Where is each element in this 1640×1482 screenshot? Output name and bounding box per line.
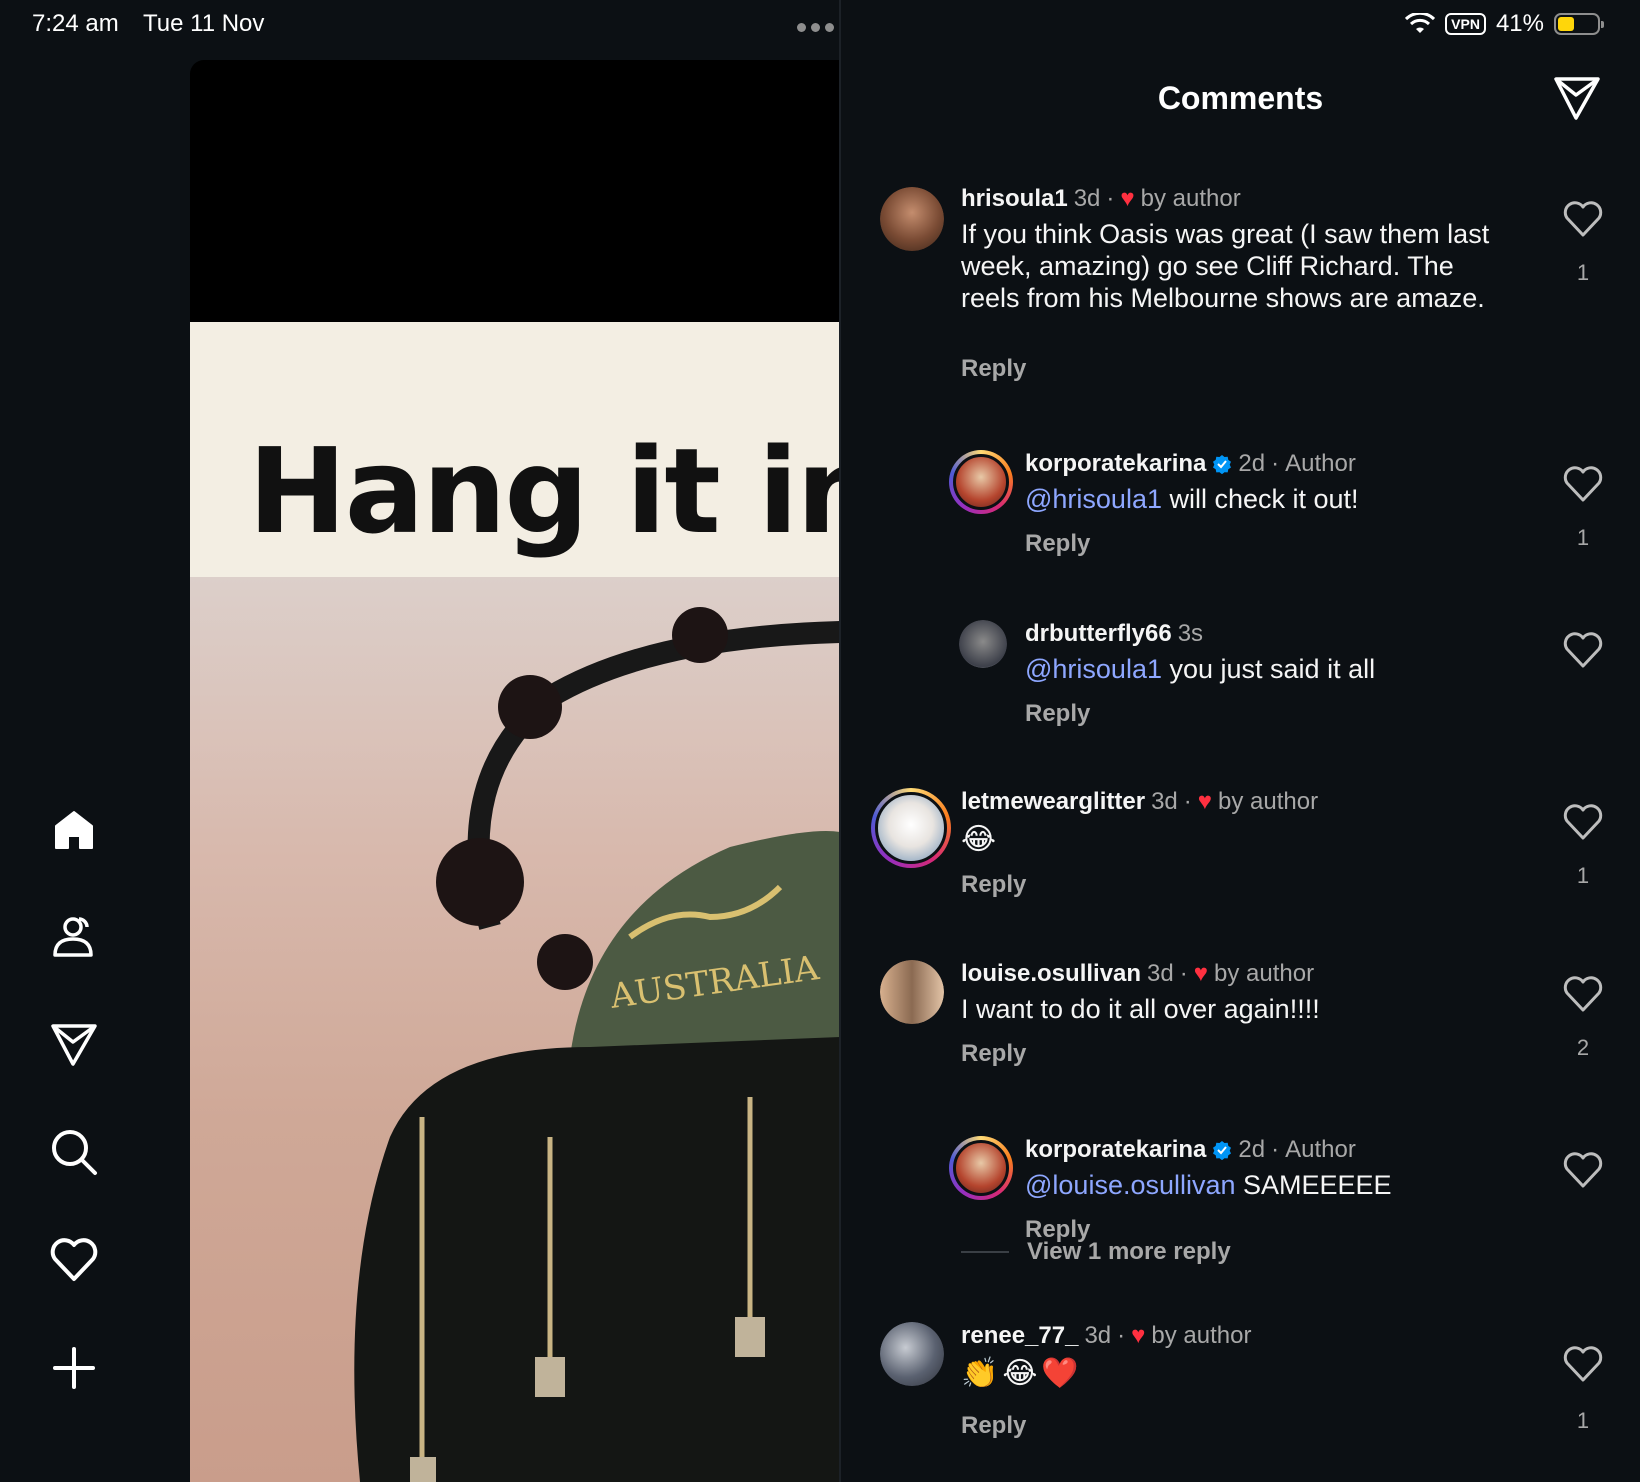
like-heart-icon[interactable] [1561,462,1605,506]
comment-username[interactable]: korporatekarina [1025,450,1206,478]
reply-button[interactable]: Reply [961,1412,1026,1440]
mention-link[interactable]: @louise.osullivan [1025,1170,1236,1200]
like-count: 1 [1576,525,1590,550]
plus-icon[interactable] [44,1338,104,1398]
paper-plane-icon[interactable] [44,1015,104,1075]
like-count: 1 [1576,260,1590,285]
like-heart-icon[interactable] [1561,197,1605,241]
liked-by-author-label: by author [1214,960,1315,987]
avatar[interactable] [880,960,944,1024]
verified-badge-icon [1213,455,1232,474]
author-heart-icon: ♥ [1193,960,1208,987]
thread-line [961,1251,1009,1253]
reply-button[interactable]: Reply [961,355,1026,383]
view-more-replies-button[interactable]: View 1 more reply [961,1238,1231,1266]
wifi-icon [1405,13,1436,33]
comments-panel: Comments hrisoula1 3d · ♥ by author If y… [841,50,1640,1482]
reply-button[interactable]: Reply [1025,530,1090,558]
hat-illustration: AUSTRALIA [354,607,840,1482]
liked-by-author-label: by author [1218,788,1319,815]
battery-percent: 41% [1495,10,1544,37]
comment-text: @hrisoula1 will check it out! [1025,484,1359,514]
comments-title: Comments [1157,80,1324,116]
comment-time: 3d [1084,1322,1112,1349]
like-heart-icon[interactable] [1561,800,1605,844]
comment-username[interactable]: hrisoula1 [961,185,1068,213]
reply-button[interactable]: Reply [961,871,1026,899]
battery-icon [1554,13,1604,35]
comment-time: 3d [1151,788,1178,815]
mention-link[interactable]: @hrisoula1 [1025,654,1162,684]
comment-username[interactable]: louise.osullivan [961,960,1141,988]
author-label: Author [1285,1136,1356,1163]
comment-username[interactable]: letmewearglitter [961,788,1145,816]
author-heart-icon: ♥ [1197,788,1213,815]
like-heart-icon[interactable] [1561,1148,1605,1192]
like-heart-icon[interactable] [1561,972,1605,1016]
status-bar: 7:24 am Tue 11 Nov VPN 41% [0,0,1640,50]
post-headline: Hang it in t [248,422,840,560]
comment-username[interactable]: drbutterfly66 [1025,620,1172,648]
share-icon[interactable] [1553,74,1601,122]
like-heart-icon[interactable] [1561,1342,1605,1386]
comment-text: 👏😂❤️ [961,1357,1083,1390]
post-top-black [190,60,840,322]
like-count: 1 [1576,863,1590,888]
heart-icon[interactable] [44,1230,104,1290]
status-indicators: VPN 41% [1405,9,1604,39]
vpn-badge: VPN [1445,13,1486,35]
multitasking-dots-icon[interactable] [797,19,841,32]
status-date: Tue 11 Nov [143,10,265,37]
comment-time: 2d [1238,450,1266,477]
like-count: 2 [1576,1035,1590,1060]
reply-button[interactable]: Reply [961,1040,1026,1068]
comment-time: 3d [1147,960,1174,987]
comment-text: @hrisoula1 you just said it all [1025,654,1376,684]
avatar[interactable] [880,187,944,251]
avatar[interactable] [880,1322,944,1386]
author-heart-icon: ♥ [1131,1322,1146,1349]
mention-link[interactable]: @hrisoula1 [1025,484,1162,514]
post-photo: AUSTRALIA [190,577,840,1482]
profile-icon[interactable] [44,908,104,968]
verified-badge-icon [1213,1141,1232,1160]
view-more-label: View 1 more reply [1027,1238,1231,1265]
liked-by-author-label: by author [1140,185,1241,212]
reply-button[interactable]: Reply [1025,700,1090,728]
avatar[interactable] [959,620,1007,668]
avatar[interactable] [949,450,1013,514]
comment-text: @louise.osullivan SAMEEEEE [1025,1170,1392,1200]
avatar[interactable] [871,788,951,868]
comment-time: 3s [1177,620,1204,647]
author-heart-icon: ♥ [1120,185,1135,212]
comment-username[interactable]: renee_77_ [961,1322,1078,1350]
comment-time: 2d [1238,1136,1266,1163]
comment-text: I want to do it all over again!!!! [961,994,1320,1024]
comment-username[interactable]: korporatekarina [1025,1136,1206,1164]
avatar[interactable] [949,1136,1013,1200]
post-banner: Hang it in t [190,322,840,577]
post-preview[interactable]: Hang it in t AUSTRALIA [190,60,840,1482]
like-heart-icon[interactable] [1561,628,1605,672]
liked-by-author-label: by author [1151,1322,1252,1349]
comment-text: 😂 [961,823,1001,856]
author-label: Author [1285,450,1356,477]
like-count: 1 [1576,1408,1590,1433]
home-icon[interactable] [44,800,104,860]
search-icon[interactable] [44,1122,104,1182]
status-time: 7:24 am [32,10,119,37]
comment-text: If you think Oasis was great (I saw them… [961,219,1490,313]
comment-time: 3d [1073,185,1101,212]
